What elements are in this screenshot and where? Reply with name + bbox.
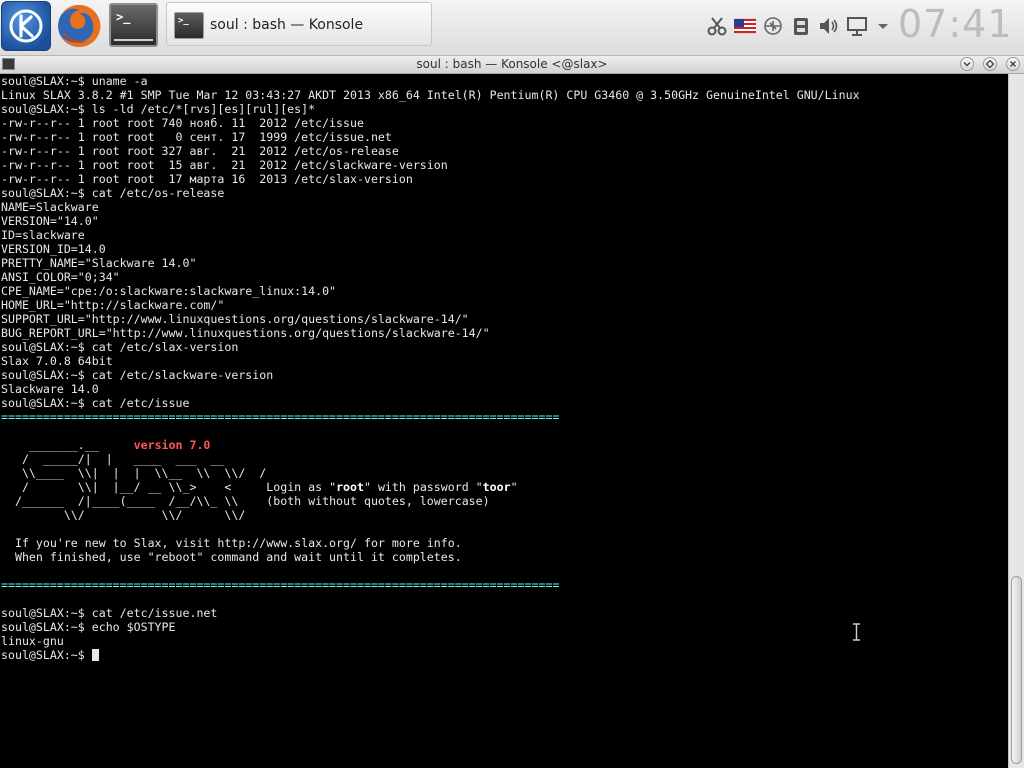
- close-button[interactable]: [1006, 57, 1020, 71]
- banner-art: /______ /|____(____ /__/\\_ \\: [1, 494, 267, 508]
- banner-art: \\/ \\/ \\/: [1, 508, 246, 522]
- terminal-line: Slax 7.0.8 64bit: [1, 354, 113, 368]
- terminal-line: soul@SLAX:~$ cat /etc/slax-version: [1, 340, 239, 354]
- login-hint: ": [510, 480, 518, 494]
- terminal-line: SUPPORT_URL="http://www.linuxquestions.o…: [1, 312, 469, 326]
- terminal-scrollbar[interactable]: [1008, 74, 1024, 768]
- volume-icon[interactable]: [818, 15, 840, 37]
- display-icon[interactable]: [846, 15, 868, 37]
- terminal-icon: >_: [174, 12, 204, 39]
- banner-art: / _____/| | ____ ___ __: [1, 452, 225, 466]
- terminal-line: linux-gnu: [1, 634, 64, 648]
- separator-line: ========================================…: [1, 410, 560, 424]
- terminal-line: Linux SLAX 3.8.2 #1 SMP Tue Mar 12 03:43…: [1, 88, 860, 102]
- window-title: soul : bash — Konsole <@slax>: [416, 57, 608, 71]
- window-titlebar[interactable]: soul : bash — Konsole <@slax>: [0, 56, 1024, 74]
- banner-info: When finished, use "reboot" command and …: [1, 550, 462, 564]
- chevron-down-icon: [963, 62, 971, 67]
- banner-art: / \\| |__/ __ \\_> <: [1, 480, 267, 494]
- terminal-line: ANSI_COLOR="0;34": [1, 270, 120, 284]
- clock[interactable]: 07:41: [898, 2, 1013, 46]
- terminal-icon: >_: [116, 10, 131, 24]
- terminal-line: ID=slackware: [1, 228, 85, 242]
- terminal-line: NAME=Slackware: [1, 200, 99, 214]
- terminal-line: Slackware 14.0: [1, 382, 99, 396]
- terminal-line: HOME_URL="http://slackware.com/": [1, 298, 225, 312]
- terminal-line: soul@SLAX:~$ echo $OSTYPE: [1, 620, 176, 634]
- top-panel: >_ >_ soul : bash — Konsole 07:41: [0, 0, 1024, 56]
- terminal-line: soul@SLAX:~$ ls -ld /etc/*[rvs][es][rul]…: [1, 102, 316, 116]
- terminal-line: -rw-r--r-- 1 root root 17 марта 16 2013 …: [1, 172, 413, 186]
- terminal-line: -rw-r--r-- 1 root root 15 авг. 21 2012 /…: [1, 158, 448, 172]
- terminal-output[interactable]: soul@SLAX:~$ uname -a Linux SLAX 3.8.2 #…: [0, 74, 1008, 768]
- banner-info: If you're new to Slax, visit http://www.…: [1, 536, 462, 550]
- chevron-down-icon[interactable]: [872, 15, 894, 37]
- terminal-line: VERSION="14.0": [1, 214, 99, 228]
- scrollbar-thumb[interactable]: [1011, 576, 1022, 764]
- maximize-icon: [985, 59, 995, 69]
- banner-version: version 7.0: [133, 438, 211, 452]
- banner-art: _______.__: [1, 438, 134, 452]
- terminal-line: soul@SLAX:~$ cat /etc/slackware-version: [1, 368, 274, 382]
- minimize-button[interactable]: [960, 57, 974, 71]
- ibeam-cursor-icon: [853, 623, 860, 641]
- close-icon: [1010, 61, 1016, 67]
- prompt: soul@SLAX:~$: [1, 648, 92, 662]
- terminal-line: -rw-r--r-- 1 root root 327 авг. 21 2012 …: [1, 144, 399, 158]
- login-password: toor: [482, 480, 511, 494]
- terminal-line: VERSION_ID=14.0: [1, 242, 106, 256]
- maximize-button[interactable]: [983, 57, 997, 71]
- banner-art: \\____ \\| | | \\__ \\ \\/ /: [1, 466, 267, 480]
- usb-icon[interactable]: [762, 15, 784, 37]
- login-user: root: [336, 480, 364, 494]
- scissors-icon[interactable]: [706, 15, 728, 37]
- firefox-launcher[interactable]: [54, 1, 104, 51]
- terminal-line: -rw-r--r-- 1 root root 740 нояб. 11 2012…: [1, 116, 364, 130]
- terminal-line: BUG_REPORT_URL="http://www.linuxquestion…: [1, 326, 490, 340]
- device-notifier-icon[interactable]: [790, 15, 812, 37]
- kde-logo-icon: [9, 9, 43, 43]
- terminal-line: CPE_NAME="cpe:/o:slackware:slackware_lin…: [1, 284, 337, 298]
- terminal-line: soul@SLAX:~$ cat /etc/issue: [1, 396, 190, 410]
- separator-line: ========================================…: [1, 578, 560, 592]
- login-hint: " with password ": [363, 480, 483, 494]
- terminal-line: soul@SLAX:~$ cat /etc/issue.net: [1, 606, 218, 620]
- text-cursor: [91, 649, 99, 661]
- kde-menu-launcher[interactable]: [1, 1, 51, 51]
- firefox-icon: [58, 4, 101, 47]
- terminal-line: soul@SLAX:~$ uname -a: [1, 74, 148, 88]
- terminal-line: PRETTY_NAME="Slackware 14.0": [1, 256, 197, 270]
- login-hint: Login as ": [266, 480, 337, 494]
- terminal-line: -rw-r--r-- 1 root root 0 сент. 17 1999 /…: [1, 130, 392, 144]
- task-label: soul : bash — Konsole: [210, 17, 364, 33]
- login-note: (both without quotes, lowercase): [266, 494, 490, 508]
- us-flag-icon[interactable]: [734, 15, 756, 37]
- terminal-line: soul@SLAX:~$ cat /etc/os-release: [1, 186, 225, 200]
- taskbar-task-konsole[interactable]: >_ soul : bash — Konsole: [166, 2, 432, 46]
- konsole-launcher[interactable]: >_: [109, 3, 158, 47]
